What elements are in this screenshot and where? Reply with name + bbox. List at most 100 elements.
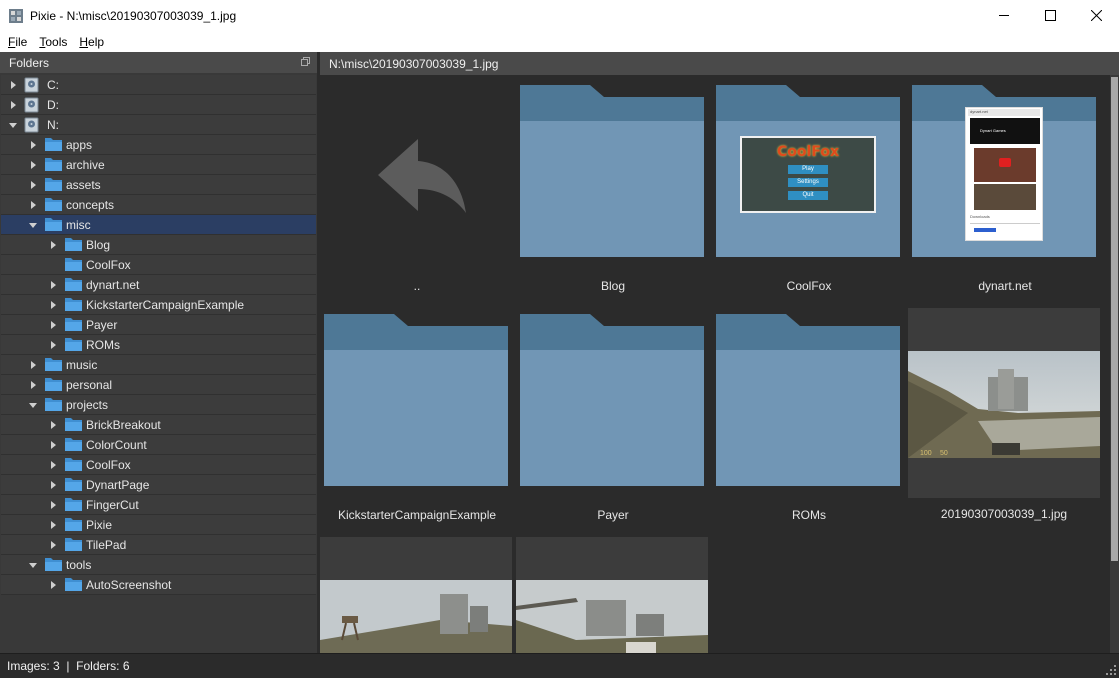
- chevron-right-icon[interactable]: [49, 341, 57, 349]
- chevron-right-icon[interactable]: [9, 81, 17, 89]
- chevron-right-icon[interactable]: [9, 101, 17, 109]
- chevron-right-icon[interactable]: [29, 361, 37, 369]
- tree-item-projects[interactable]: projects: [1, 395, 316, 415]
- gallery-item-folder-dynart[interactable]: dynart.net Dynart Games Downloads dynart…: [912, 85, 1098, 295]
- tree-item-payer[interactable]: Payer: [1, 315, 316, 335]
- gallery-item-image-selected[interactable]: 100 50 20190307003039_1.jpg: [908, 308, 1100, 521]
- gallery-item-up[interactable]: ..: [324, 85, 510, 295]
- chevron-down-icon[interactable]: [29, 561, 37, 569]
- folder-icon: [65, 498, 82, 511]
- chevron-right-icon[interactable]: [49, 281, 57, 289]
- menu-help[interactable]: Help: [73, 35, 110, 49]
- gallery-item-image-3[interactable]: [516, 537, 708, 653]
- folder-icon: [45, 558, 62, 571]
- tree-item-music[interactable]: music: [1, 355, 316, 375]
- chevron-right-icon[interactable]: [49, 421, 57, 429]
- folder-icon: [65, 518, 82, 531]
- tree-item-concepts[interactable]: concepts: [1, 195, 316, 215]
- chevron-down-icon[interactable]: [29, 221, 37, 229]
- gallery-item-folder-coolfox[interactable]: CoolFox Play Settings Quit CoolFox: [716, 85, 902, 295]
- tree-item-pixie[interactable]: Pixie: [1, 515, 316, 535]
- tree-item-label: TilePad: [86, 538, 127, 552]
- chevron-right-icon[interactable]: [49, 521, 57, 529]
- folders-panel-title: Folders: [9, 55, 50, 70]
- maximize-button[interactable]: [1027, 0, 1073, 31]
- tree-item-tilepad[interactable]: TilePad: [1, 535, 316, 555]
- folder-tree: C: D: N: apps archive assets concepts misc Blog C…: [1, 75, 316, 595]
- tree-item-brickbreakout[interactable]: BrickBreakout: [1, 415, 316, 435]
- chevron-right-icon[interactable]: [29, 161, 37, 169]
- chevron-right-icon[interactable]: [29, 381, 37, 389]
- tree-item-dynartpage[interactable]: DynartPage: [1, 475, 316, 495]
- gallery-item-folder-payer[interactable]: Payer: [520, 314, 706, 524]
- tree-item-d-[interactable]: D:: [1, 95, 316, 115]
- menu-help-accel: H: [79, 34, 89, 49]
- tree-item-blog[interactable]: Blog: [1, 235, 316, 255]
- resize-grip-icon[interactable]: [1106, 665, 1116, 675]
- tree-item-label: KickstarterCampaignExample: [86, 298, 245, 312]
- menu-file[interactable]: File: [2, 35, 33, 49]
- tree-item-apps[interactable]: apps: [1, 135, 316, 155]
- tree-item-archive[interactable]: archive: [1, 155, 316, 175]
- gallery-item-folder-kickstarter[interactable]: KickstarterCampaignExample: [324, 314, 510, 524]
- tree-item-dynart-net[interactable]: dynart.net: [1, 275, 316, 295]
- chevron-right-icon[interactable]: [49, 241, 57, 249]
- tree-item-kickstartercampaignexample[interactable]: KickstarterCampaignExample: [1, 295, 316, 315]
- gallery-scrollbar[interactable]: [1110, 75, 1119, 653]
- tree-item-n-[interactable]: N:: [1, 115, 316, 135]
- folder-icon: [45, 378, 62, 391]
- tree-item-label: ROMs: [86, 338, 120, 352]
- hud-health-value: 100: [920, 450, 932, 457]
- chevron-right-icon[interactable]: [49, 481, 57, 489]
- tree-item-colorcount[interactable]: ColorCount: [1, 435, 316, 455]
- close-icon: [1090, 10, 1102, 21]
- dynart-preview-url: dynart.net: [970, 109, 988, 114]
- gallery-caption: Payer: [597, 508, 629, 522]
- menu-tools[interactable]: Tools: [33, 35, 73, 49]
- tree-item-tools[interactable]: tools: [1, 555, 316, 575]
- gallery-caption: 20190307003039_1.jpg: [940, 507, 1068, 521]
- minimize-button[interactable]: [981, 0, 1027, 31]
- chevron-down-icon[interactable]: [29, 401, 37, 409]
- chevron-right-icon[interactable]: [49, 581, 57, 589]
- tree-item-autoscreenshot[interactable]: AutoScreenshot: [1, 575, 316, 595]
- close-button[interactable]: [1073, 0, 1119, 31]
- chevron-right-icon[interactable]: [29, 181, 37, 189]
- gallery-scroll-thumb[interactable]: [1111, 77, 1118, 561]
- gallery-item-image-2[interactable]: [320, 537, 512, 653]
- tree-item-personal[interactable]: personal: [1, 375, 316, 395]
- chevron-right-icon[interactable]: [49, 501, 57, 509]
- menu-help-rest: elp: [88, 34, 105, 49]
- folder-icon: [716, 314, 900, 486]
- tree-item-label: D:: [47, 98, 59, 112]
- tree-item-label: DynartPage: [86, 478, 150, 492]
- tree-item-misc[interactable]: misc: [1, 215, 316, 235]
- chevron-right-icon[interactable]: [29, 141, 37, 149]
- gallery-panel: N:\misc\20190307003039_1.jpg .. Blog Coo…: [317, 52, 1119, 653]
- chevron-right-icon[interactable]: [49, 441, 57, 449]
- tree-item-c-[interactable]: C:: [1, 75, 316, 95]
- folder-icon: [45, 358, 62, 371]
- menu-file-rest: ile: [15, 34, 28, 49]
- tree-item-assets[interactable]: assets: [1, 175, 316, 195]
- gallery-item-folder-roms[interactable]: ROMs: [716, 314, 902, 524]
- folder-icon: [65, 298, 82, 311]
- chevron-right-icon[interactable]: [49, 321, 57, 329]
- title-bar[interactable]: Pixie - N:\misc\20190307003039_1.jpg: [0, 0, 1119, 31]
- chevron-down-icon[interactable]: [9, 121, 17, 129]
- current-path-bar: N:\misc\20190307003039_1.jpg: [317, 52, 1119, 75]
- coolfox-game-preview: CoolFox Play Settings Quit: [740, 136, 876, 213]
- tree-item-coolfox[interactable]: CoolFox: [1, 455, 316, 475]
- tree-item-coolfox[interactable]: CoolFox: [1, 255, 316, 275]
- panel-restore-icon[interactable]: [301, 57, 310, 66]
- tree-item-label: music: [66, 358, 98, 372]
- tree-item-fingercut[interactable]: FingerCut: [1, 495, 316, 515]
- tree-item-roms[interactable]: ROMs: [1, 335, 316, 355]
- chevron-right-icon[interactable]: [29, 201, 37, 209]
- chevron-right-icon[interactable]: [49, 301, 57, 309]
- chevron-right-icon[interactable]: [49, 541, 57, 549]
- gallery-item-folder-blog[interactable]: Blog: [520, 85, 706, 295]
- drive-icon: [24, 77, 39, 93]
- folder-icon: [65, 258, 82, 271]
- chevron-right-icon[interactable]: [49, 461, 57, 469]
